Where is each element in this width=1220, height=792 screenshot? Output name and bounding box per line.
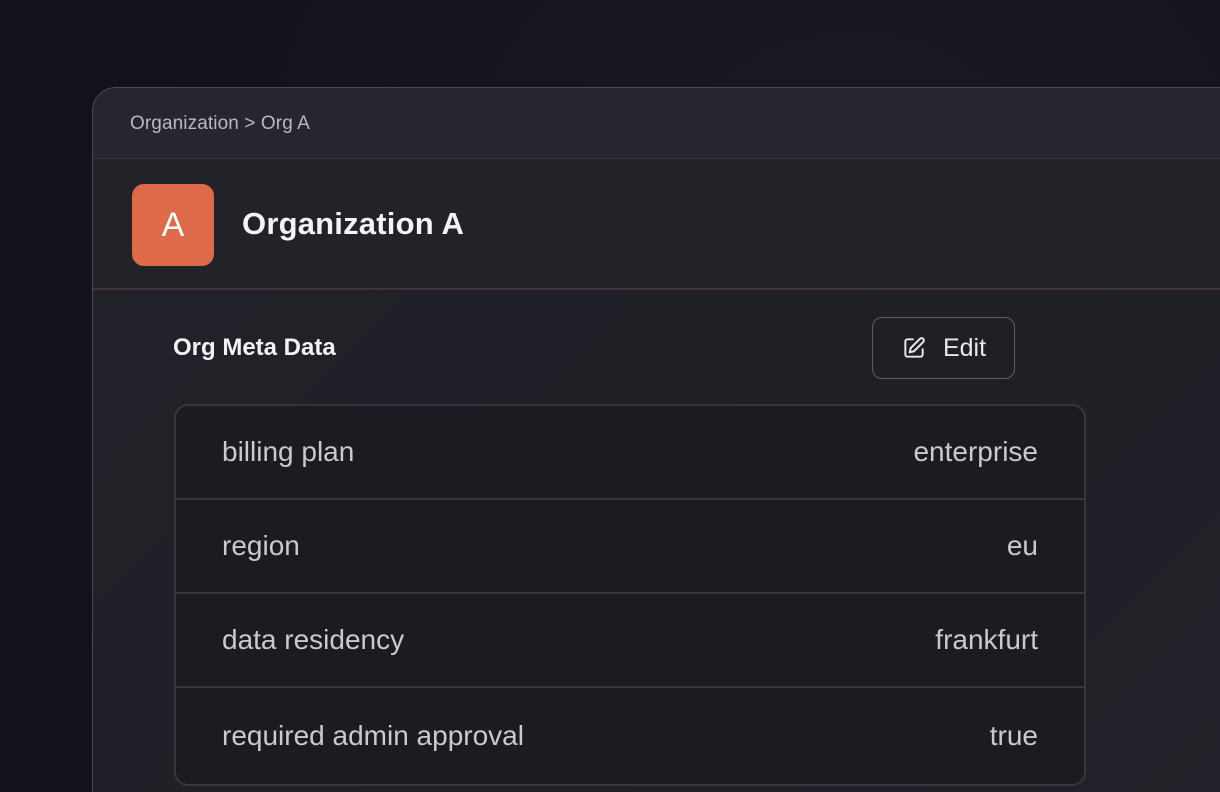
org-header: A Organization A bbox=[93, 159, 1220, 289]
meta-row-data-residency: data residency frankfurt bbox=[176, 594, 1084, 688]
breadcrumb[interactable]: Organization > Org A bbox=[130, 113, 310, 135]
meta-value: frankfurt bbox=[935, 624, 1038, 655]
avatar-letter: A bbox=[161, 205, 185, 244]
edit-icon bbox=[901, 335, 927, 361]
meta-value: eu bbox=[1006, 530, 1038, 561]
meta-key: data residency bbox=[222, 624, 405, 655]
meta-row-billing-plan: billing plan enterprise bbox=[176, 406, 1084, 500]
meta-key: required admin approval bbox=[222, 720, 524, 751]
meta-row-region: region eu bbox=[176, 500, 1084, 594]
section-title: Org Meta Data bbox=[173, 334, 336, 361]
edit-button[interactable]: Edit bbox=[872, 317, 1015, 379]
breadcrumb-bar: Organization > Org A bbox=[93, 88, 1220, 159]
org-avatar: A bbox=[132, 184, 214, 266]
page-background: Organization > Org A A Organization A Or… bbox=[0, 0, 1220, 792]
edit-button-label: Edit bbox=[942, 333, 987, 362]
meta-value: true bbox=[989, 720, 1038, 751]
page-title: Organization A bbox=[242, 206, 465, 241]
meta-key: billing plan bbox=[222, 436, 355, 467]
org-detail-window: Organization > Org A A Organization A Or… bbox=[92, 87, 1220, 792]
meta-data-table: billing plan enterprise region eu data r… bbox=[174, 404, 1086, 786]
meta-row-required-admin-approval: required admin approval true bbox=[176, 688, 1084, 784]
meta-key: region bbox=[222, 530, 300, 561]
meta-value: enterprise bbox=[913, 436, 1038, 467]
